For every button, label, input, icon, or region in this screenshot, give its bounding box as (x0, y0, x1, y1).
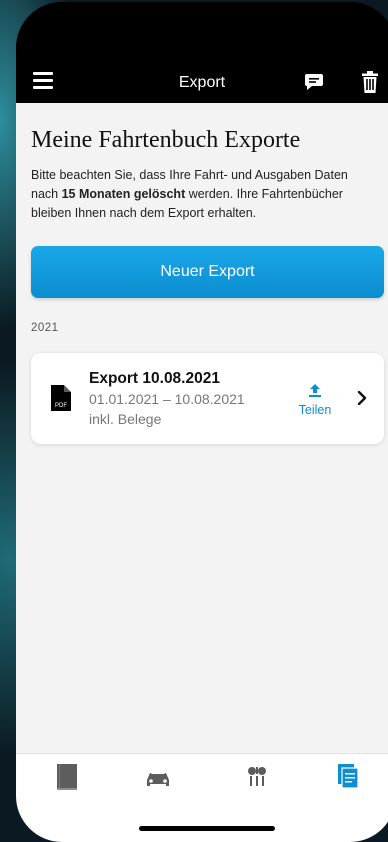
export-list-item[interactable]: PDF Export 10.08.2021 01.01.2021 – 10.08… (31, 353, 384, 444)
header-title: Export (178, 74, 226, 91)
pdf-file-icon: PDF (51, 385, 71, 411)
intro-text: Bitte beachten Sie, dass Ihre Fahrt- und… (31, 166, 376, 223)
content-area: Meine Fahrtenbuch Exporte Bitte beachten… (16, 103, 388, 753)
chat-icon[interactable] (304, 73, 324, 91)
home-indicator[interactable] (139, 826, 275, 831)
trash-icon[interactable] (362, 71, 378, 93)
chevron-right-icon[interactable] (357, 391, 367, 405)
share-button[interactable]: Teilen (293, 383, 337, 417)
pdf-badge: PDF (55, 403, 67, 409)
share-label: Teilen (298, 403, 332, 417)
export-note: inkl. Belege (89, 411, 162, 427)
upload-icon (309, 384, 321, 397)
logbook-icon[interactable] (52, 762, 82, 792)
year-heading: 2021 (31, 322, 59, 334)
page-title: Meine Fahrtenbuch Exporte (31, 127, 301, 153)
app-header: Export (16, 2, 388, 103)
export-date-range: 01.01.2021 – 10.08.2021 (89, 391, 245, 407)
export-title: Export 10.08.2021 (89, 370, 220, 387)
phone-screen: Export Meine Fahrtenbuch Exporte Bitte b… (16, 2, 388, 842)
car-icon[interactable] (143, 762, 173, 792)
export-icon[interactable] (334, 762, 364, 792)
new-export-button[interactable]: Neuer Export (31, 246, 384, 298)
expenses-icon[interactable] (242, 762, 272, 792)
intro-text-bold: 15 Monaten gelöscht (61, 187, 186, 201)
